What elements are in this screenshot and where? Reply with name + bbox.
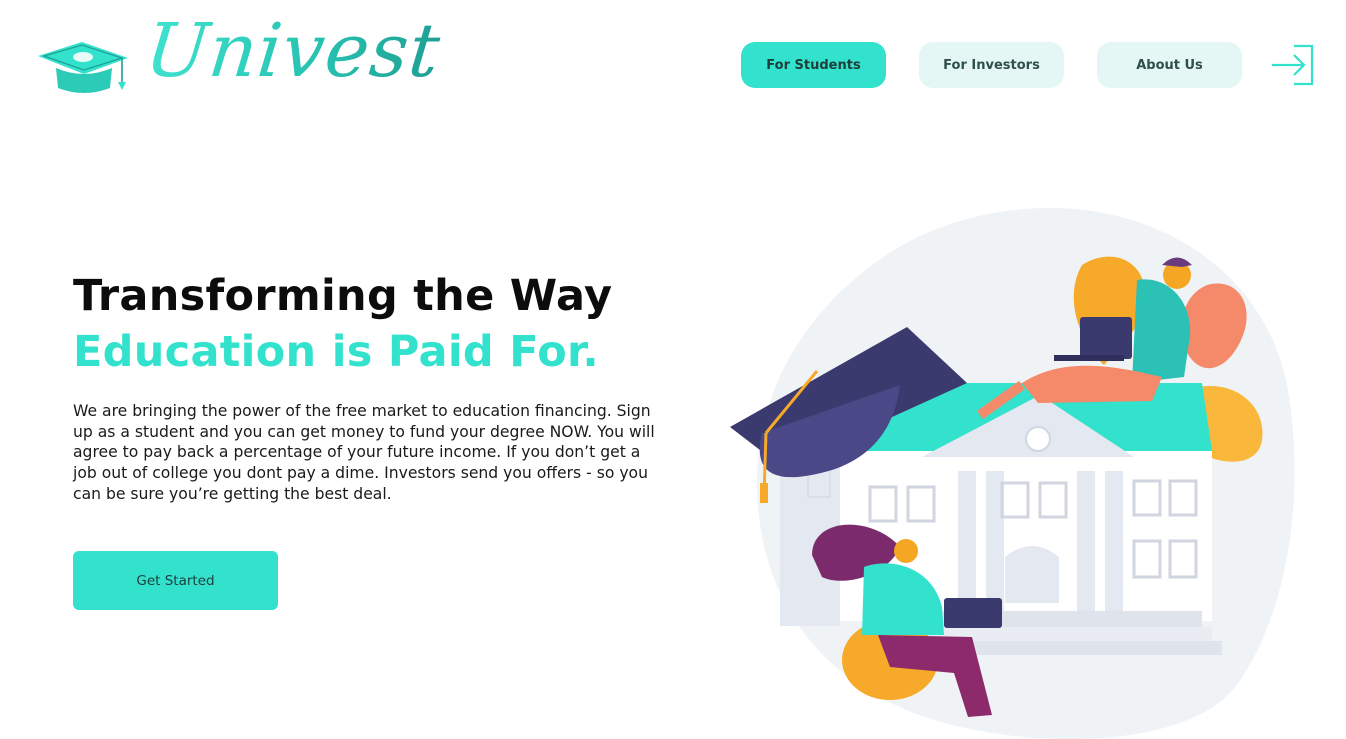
- hero-title-line2: Education is Paid For.: [73, 327, 600, 377]
- nav-about-us-button[interactable]: About Us: [1097, 42, 1242, 88]
- main-nav: For Students For Investors About Us: [741, 42, 1242, 88]
- nav-for-investors-button[interactable]: For Investors: [919, 42, 1064, 88]
- get-started-button[interactable]: Get Started: [73, 551, 278, 610]
- brand-name: Univest: [141, 8, 445, 94]
- university-students-illustration: [730, 207, 1295, 739]
- hero-title: Transforming the Way Education is Paid F…: [73, 268, 612, 380]
- login-button[interactable]: [1270, 42, 1316, 88]
- graduation-cap-money-icon: [38, 42, 128, 93]
- nav-for-students-button[interactable]: For Students: [741, 42, 886, 88]
- brand-logo[interactable]: Univest: [36, 8, 445, 108]
- hero-description: We are bringing the power of the free ma…: [73, 402, 655, 503]
- login-arrow-icon: [1272, 44, 1314, 86]
- hero-title-line1: Transforming the Way: [73, 271, 613, 321]
